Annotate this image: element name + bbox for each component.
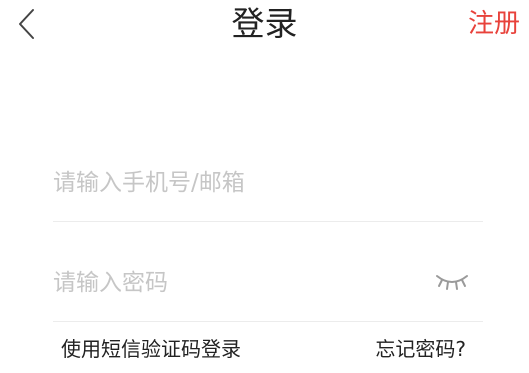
account-input[interactable] xyxy=(53,155,423,211)
account-field xyxy=(53,155,483,211)
top-nav-bar: 登录 注册 xyxy=(0,0,529,48)
password-input[interactable] xyxy=(53,255,423,311)
page-title: 登录 xyxy=(231,4,298,43)
account-field-divider xyxy=(53,221,483,222)
eye-closed-icon xyxy=(436,275,468,290)
password-field-divider xyxy=(53,321,483,322)
forgot-password-link[interactable]: 忘记密码? xyxy=(375,334,466,364)
sms-login-link[interactable]: 使用短信验证码登录 xyxy=(61,334,241,364)
password-field xyxy=(53,255,483,311)
register-link[interactable]: 注册 xyxy=(468,4,520,44)
password-visibility-toggle[interactable] xyxy=(435,269,469,293)
